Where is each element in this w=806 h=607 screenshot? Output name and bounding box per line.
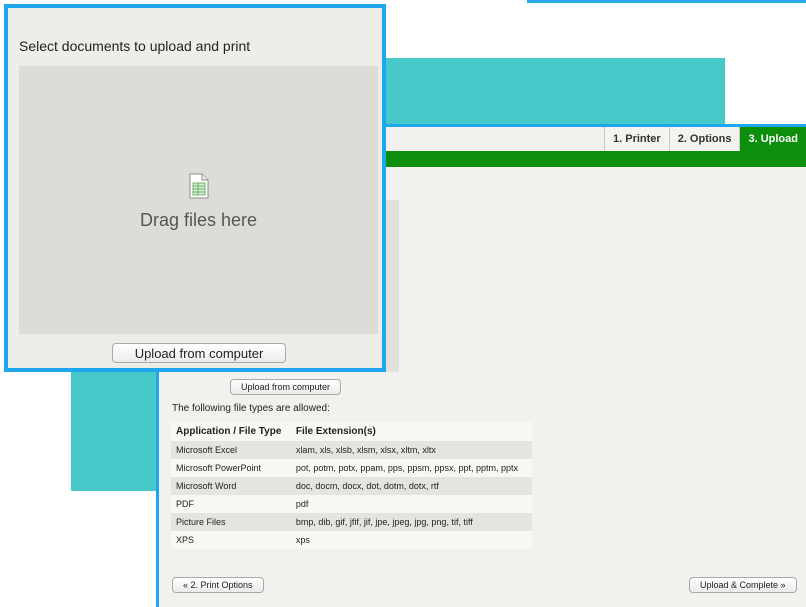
tab-printer[interactable]: 1. Printer bbox=[604, 127, 669, 151]
upload-from-computer-button[interactable]: Upload from computer bbox=[230, 379, 342, 395]
table-row: PDF pdf bbox=[171, 495, 532, 513]
upload-popup: Select documents to upload and print Dra… bbox=[4, 4, 386, 372]
table-header-row: Application / File Type File Extension(s… bbox=[171, 422, 532, 441]
file-type-cell: Microsoft Excel bbox=[171, 441, 291, 459]
table-row: Microsoft Word doc, docm, docx, dot, dot… bbox=[171, 477, 532, 495]
upload-and-complete-button[interactable]: Upload & Complete » bbox=[689, 577, 797, 593]
extensions-cell: xps bbox=[290, 531, 532, 549]
popup-title: Select documents to upload and print bbox=[19, 38, 251, 54]
tab-options[interactable]: 2. Options bbox=[668, 127, 740, 151]
extensions-cell: doc, docm, docx, dot, dotm, dotx, rtf bbox=[290, 477, 532, 495]
extensions-cell: xlam, xls, xlsb, xlsm, xlsx, xltm, xltx bbox=[290, 441, 532, 459]
column-header-file-type: Application / File Type bbox=[171, 422, 291, 441]
popup-upload-from-computer-button[interactable]: Upload from computer bbox=[112, 343, 286, 363]
drop-zone[interactable]: Drag files here bbox=[19, 66, 378, 334]
teal-backdrop-left bbox=[71, 372, 157, 491]
file-type-cell: XPS bbox=[171, 531, 291, 549]
spreadsheet-document-icon bbox=[189, 173, 209, 204]
extensions-cell: bmp, dib, gif, jfif, jif, jpe, jpeg, jpg… bbox=[290, 513, 532, 531]
teal-backdrop-top bbox=[385, 58, 725, 125]
file-type-cell: Picture Files bbox=[171, 513, 291, 531]
tab-upload[interactable]: 3. Upload bbox=[739, 127, 806, 151]
decorative-top-line bbox=[527, 0, 806, 3]
file-types-table: Application / File Type File Extension(s… bbox=[171, 422, 532, 549]
extensions-cell: pot, potm, potx, ppam, pps, ppsm, ppsx, … bbox=[290, 459, 532, 477]
file-type-cell: Microsoft Word bbox=[171, 477, 291, 495]
back-to-print-options-button[interactable]: « 2. Print Options bbox=[172, 577, 264, 593]
file-type-cell: Microsoft PowerPoint bbox=[171, 459, 291, 477]
allowed-file-types-text: The following file types are allowed: bbox=[172, 403, 330, 414]
file-type-cell: PDF bbox=[171, 495, 291, 513]
drag-files-label: Drag files here bbox=[139, 210, 258, 230]
wizard-tabs: 1. Printer 2. Options 3. Upload bbox=[604, 127, 806, 151]
table-row: Picture Files bmp, dib, gif, jfif, jif, … bbox=[171, 513, 532, 531]
extensions-cell: pdf bbox=[290, 495, 532, 513]
column-header-extensions: File Extension(s) bbox=[290, 422, 532, 441]
table-row: Microsoft PowerPoint pot, potm, potx, pp… bbox=[171, 459, 532, 477]
table-row: XPS xps bbox=[171, 531, 532, 549]
table-row: Microsoft Excel xlam, xls, xlsb, xlsm, x… bbox=[171, 441, 532, 459]
